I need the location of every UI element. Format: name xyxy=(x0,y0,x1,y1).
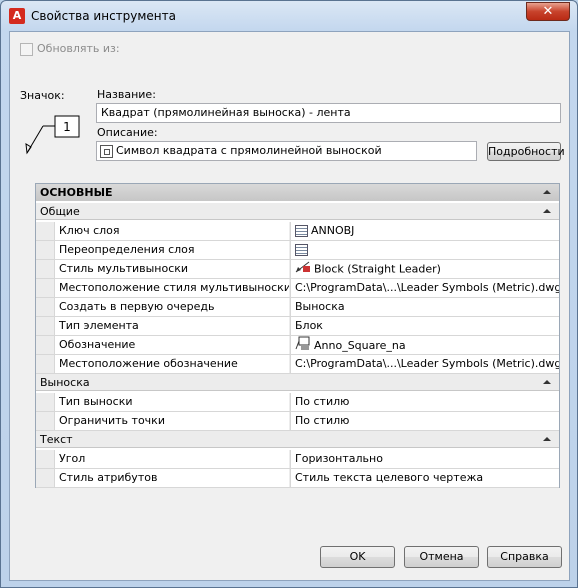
update-from-row: Обновлять из: xyxy=(20,42,120,56)
property-value[interactable] xyxy=(290,241,559,259)
category-main-title: ОСНОВНЫЕ xyxy=(40,186,113,199)
collapse-arrow-icon[interactable] xyxy=(543,190,551,194)
name-label: Название: xyxy=(97,88,156,101)
details-button[interactable]: Подробности xyxy=(487,142,565,161)
property-name: Стиль атрибутов xyxy=(54,469,289,487)
property-value-text: Anno_Square_na xyxy=(314,339,406,352)
property-row: Тип выноски По стилю xyxy=(36,393,559,412)
property-name: Угол xyxy=(54,450,289,468)
property-value[interactable]: По стилю xyxy=(290,393,559,411)
window-title: Свойства инструмента xyxy=(31,9,176,23)
group-title: Выноска xyxy=(40,376,90,389)
property-value-text: ANNOBJ xyxy=(311,224,355,237)
close-button[interactable]: ✕ xyxy=(526,2,570,21)
property-value[interactable]: C:\ProgramData\...\Leader Symbols (Metri… xyxy=(290,355,559,373)
property-row: Обозначение Anno_Square_na xyxy=(36,336,559,355)
property-name: Стиль мультивыноски xyxy=(54,260,289,278)
group-header[interactable]: Текст xyxy=(36,431,559,448)
property-value[interactable]: Block (Straight Leader) xyxy=(290,260,559,278)
property-value[interactable]: Стиль текста целевого чертежа xyxy=(290,469,559,487)
collapse-arrow-icon[interactable] xyxy=(543,380,551,384)
property-row: Угол Горизонтально xyxy=(36,450,559,469)
property-row: Ключ слоя ANNOBJ xyxy=(36,222,559,241)
property-value[interactable]: ANNOBJ xyxy=(290,222,559,240)
icon-label: Значок: xyxy=(20,89,65,102)
description-label: Описание: xyxy=(97,126,158,139)
property-row: Создать в первую очередь Выноска xyxy=(36,298,559,317)
leader-icon xyxy=(295,260,311,278)
symbol-icon xyxy=(100,144,113,158)
property-value-text: Стиль текста целевого чертежа xyxy=(295,471,484,484)
property-grid: ОСНОВНЫЕ Общие Ключ слоя ANNOBJ Переопределе… xyxy=(35,183,560,488)
cancel-button[interactable]: Отмена xyxy=(404,546,479,568)
property-value[interactable]: Горизонтально xyxy=(290,450,559,468)
update-from-checkbox xyxy=(20,42,33,56)
description-text: Символ квадрата с прямолинейной выноской xyxy=(116,144,382,157)
table-icon xyxy=(295,225,308,237)
property-value-text: C:\ProgramData\...\Leader Symbols (Metri… xyxy=(295,357,559,370)
property-name: Переопределения слоя xyxy=(54,241,289,259)
tool-icon-number: 1 xyxy=(63,120,71,134)
property-row: Местоположение обозначение C:\ProgramData… xyxy=(36,355,559,374)
property-value[interactable]: Выноска xyxy=(290,298,559,316)
update-from-label: Обновлять из: xyxy=(37,42,120,55)
property-row: Стиль атрибутов Стиль текста целевого чер… xyxy=(36,469,559,488)
group-title: Общие xyxy=(40,205,80,218)
property-row: Тип элемента Блок xyxy=(36,317,559,336)
property-value-text: C:\ProgramData\...\Leader Symbols (Metri… xyxy=(295,281,559,294)
property-value-text: Блок xyxy=(295,319,323,332)
property-name: Ключ слоя xyxy=(54,222,289,240)
property-name: Создать в первую очередь xyxy=(54,298,289,316)
property-value[interactable]: Anno_Square_na xyxy=(290,336,559,354)
autocad-logo-icon: A xyxy=(9,8,25,24)
property-name: Обозначение xyxy=(54,336,289,354)
property-name: Тип элемента xyxy=(54,317,289,335)
property-value-text: Block (Straight Leader) xyxy=(314,262,441,276)
ok-button[interactable]: OK xyxy=(320,546,395,568)
description-field[interactable]: Символ квадрата с прямолинейной выноской xyxy=(96,141,477,161)
property-row: Стиль мультивыноски Block (Straight Leade… xyxy=(36,260,559,279)
property-name: Местоположение стиля мультивыноски xyxy=(54,279,289,297)
property-name: Ограничить точки xyxy=(54,412,289,430)
category-main[interactable]: ОСНОВНЫЕ xyxy=(36,184,559,201)
help-button[interactable]: Справка xyxy=(487,546,562,568)
tool-properties-window: A Свойства инструмента ✕ Обновлять из: З… xyxy=(0,0,578,588)
property-value-text: Выноска xyxy=(295,300,345,313)
table-icon xyxy=(295,244,308,256)
property-row: Местоположение стиля мультивыноски C:\Pro… xyxy=(36,279,559,298)
property-value[interactable]: По стилю xyxy=(290,412,559,430)
property-value[interactable]: Блок xyxy=(290,317,559,335)
property-row: Переопределения слоя xyxy=(36,241,559,260)
property-name: Тип выноски xyxy=(54,393,289,411)
title-bar[interactable]: A Свойства инструмента ✕ xyxy=(1,1,577,31)
property-value-text: Горизонтально xyxy=(295,452,383,465)
group-header[interactable]: Общие xyxy=(36,203,559,220)
name-field[interactable]: Квадрат (прямолинейная выноска) - лента xyxy=(96,103,561,123)
collapse-arrow-icon[interactable] xyxy=(543,437,551,441)
collapse-arrow-icon[interactable] xyxy=(543,209,551,213)
property-value[interactable]: C:\ProgramData\...\Leader Symbols (Metri… xyxy=(290,279,559,297)
property-row: Ограничить точки По стилю xyxy=(36,412,559,431)
property-value-text: По стилю xyxy=(295,414,350,427)
group-header[interactable]: Выноска xyxy=(36,374,559,391)
property-value-text: По стилю xyxy=(295,395,350,408)
property-name: Местоположение обозначение xyxy=(54,355,289,373)
dialog-body: Обновлять из: Значок: 1 Название: Квадра… xyxy=(9,31,570,581)
group-title: Текст xyxy=(40,433,73,446)
tool-icon-preview: 1 xyxy=(25,115,80,155)
symbol-icon xyxy=(295,336,311,354)
